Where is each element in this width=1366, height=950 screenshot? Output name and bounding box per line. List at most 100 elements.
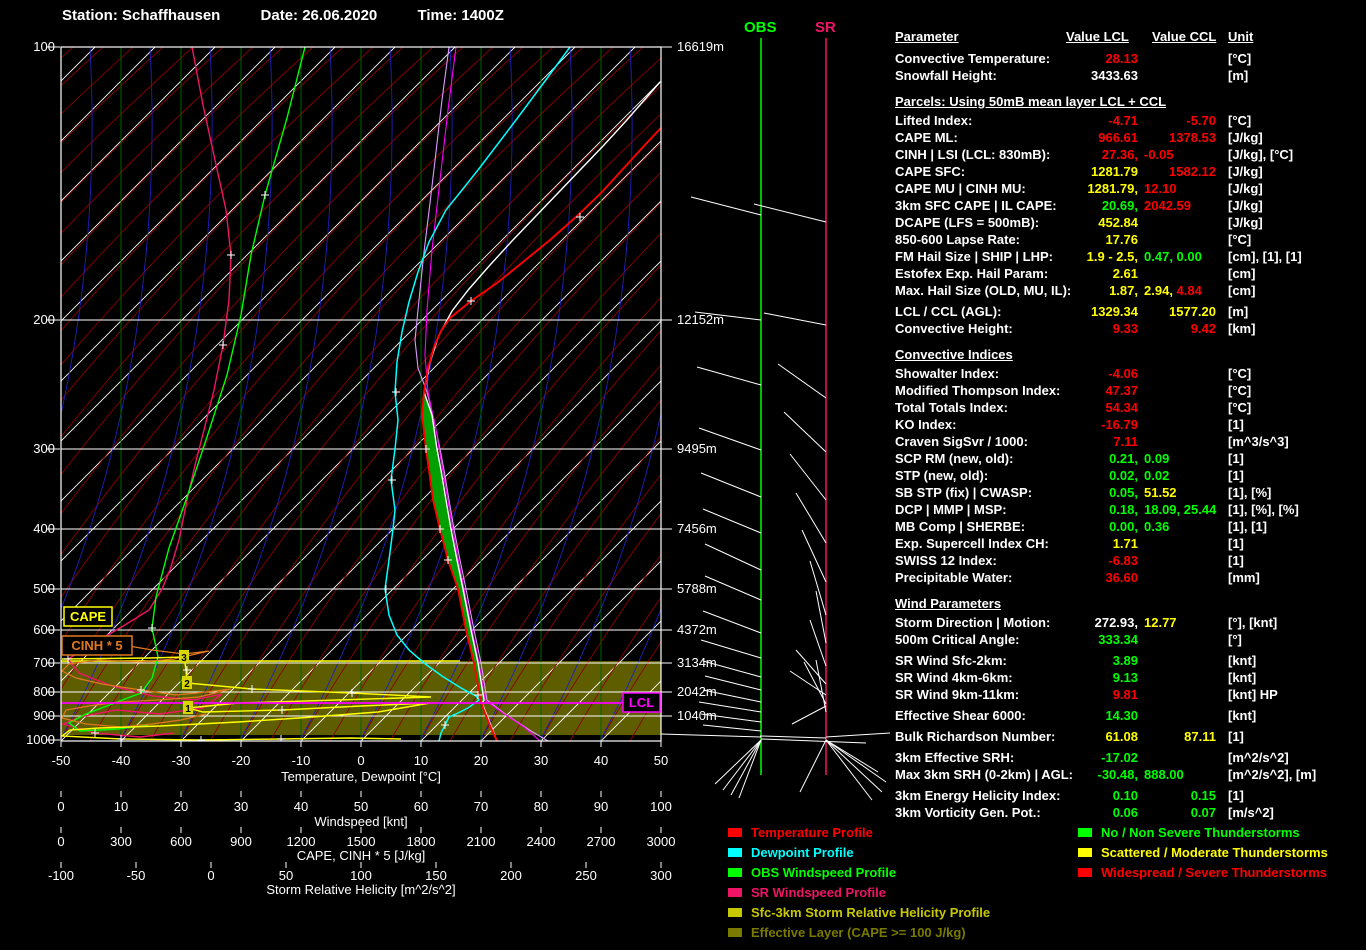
unit-cell: [m^3/s^3] [1228,434,1289,449]
sr-windspeed-profile [61,47,232,738]
value-lcl: 17.76 [895,231,1138,248]
table-section-title: Parcels: Using 50mB mean layer LCL + CCL [895,94,1167,109]
value-lcl: 452.84 [895,214,1138,231]
value-part: 27.36 [1101,147,1135,162]
value-lcl: 272.93, [895,614,1138,631]
unit-cell: [°C] [1228,232,1252,247]
legend-label: Dewpoint Profile [751,844,854,860]
value-separator: , [1134,283,1138,298]
table-row: Modified Thompson Index: 47.37 [°C] [895,382,1366,399]
table-row: 850-600 Lapse Rate: 17.76 [°C] [895,231,1366,248]
value-extra: 51.52 [1144,484,1177,501]
isotherm-gridline [600,680,661,741]
table-row: SCP RM (new, old): 0.21, 0.09 [1] [895,450,1366,467]
profile-point-marker [261,191,269,199]
value-part: 28.13 [1105,51,1138,66]
value-separator: , [1134,485,1138,500]
unit-cell: [°], [knt] [1228,615,1278,630]
unit-cell: [°] [1228,632,1242,647]
value-part: -17.02 [1101,750,1138,765]
axis-tick-label: 40 [294,799,308,814]
legend-swatch [1078,867,1092,877]
axis-tick-label: 50 [654,753,668,768]
axis-tick-label: 200 [500,868,522,883]
legend-swatch [728,927,742,937]
legend-swatch [1078,847,1092,857]
table-section: Parcels: Using 50mB mean layer LCL + CCL… [895,93,1366,337]
dry-adiabat-line [449,436,661,741]
table-section: Convective Indices Showalter Index: -4.06[… [895,346,1366,586]
profile-legend-item: Temperature Profile [728,822,990,842]
unit-cell: [°C] [1228,366,1252,381]
value-part: 0.02 [1144,468,1170,483]
table-row: SB STP (fix) | CWASP: 0.05, 51.52 [1], [%] [895,484,1366,501]
value-part: 0.00 [1176,249,1202,264]
legend-label: Temperature Profile [751,824,873,840]
table-header-row: Parameter Value LCL Value CCL Unit [895,28,1366,45]
value-part: 0.00 [1109,519,1135,534]
srh-axis: -100 -50 0 50 100 150 200 250 300 Storm Relative … [48,862,672,897]
sr-wind-barb [809,560,827,616]
isotherm-gridline [540,620,661,741]
axis-tick-label: 30 [234,799,248,814]
unit-cell: [knt] [1228,653,1257,668]
axis-title: Temperature, Dewpoint [°C] [281,769,441,784]
value-lcl: 3.89 [895,652,1138,669]
value-part: 1.71 [1112,536,1138,551]
value-part: -0.05 [1144,147,1174,162]
sr-wind-barb [759,735,827,739]
unit-cell: [1] [1228,553,1244,568]
axis-tick-label: 1200 [287,834,316,849]
srh-km-marker-label: 1 [185,704,191,715]
altitude-tick-label: 3134m [677,655,717,670]
value-lcl: 1.87, [895,282,1138,299]
sr-wind-barb [789,453,827,501]
table-row: Precipitable Water: 36.60 [mm] [895,569,1366,586]
value-part: 452.84 [1098,215,1138,230]
value-part: 36.60 [1105,570,1138,585]
table-row: 3km Vorticity Gen. Pot.: 0.06 0.07 [m/s^2] [895,804,1366,821]
value-part: 1.9 - 2.5 [1086,249,1135,264]
unit-cell: [knt] HP [1228,687,1278,702]
value-part: 17.76 [1105,232,1138,247]
value-extra: 0.36 [1144,518,1169,535]
value-part: 20.69 [1101,198,1135,213]
value-part: 7.11 [1113,434,1138,449]
table-row: Bulk Richardson Number: 61.08 87.11 [1] [895,728,1366,745]
axis-tick-label: 600 [170,834,192,849]
profile-point-marker [382,585,390,593]
unit-cell: [knt] [1228,670,1257,685]
profile-legend-item: Sfc-3km Storm Relative Helicity Profile [728,902,990,922]
altitude-tick-label: 9495m [677,441,717,456]
table-row: SWISS 12 Index: -6.83 [1] [895,552,1366,569]
obs-wind-barb [738,739,762,799]
value-part: 1378.53 [1169,130,1216,145]
legend-swatch [1078,827,1092,837]
legend-swatch [728,887,742,897]
value-extra: 12.10 [1144,180,1177,197]
legend-label: Effective Layer (CAPE >= 100 J/kg) [751,924,966,940]
pressure-tick-label: 400 [33,521,55,536]
unit-cell: [1], [%], [%] [1228,502,1299,517]
value-part: 12.10 [1144,181,1177,196]
unit-cell: [1] [1228,451,1244,466]
value-part: 1577.20 [1169,304,1216,319]
legend-label: SR Windspeed Profile [751,884,886,900]
value-separator: , [1134,767,1138,782]
table-row: 3km Energy Helicity Index: 0.10 0.15 [1] [895,787,1366,804]
unit-cell: [km] [1228,321,1256,336]
axis-tick-label: 2400 [527,834,556,849]
value-part: 47.37 [1105,383,1138,398]
cape-area-fill [422,392,484,701]
table-row: LCL / CCL (AGL): 1329.34 1577.20 [m] [895,303,1366,320]
obs-wind-barb [722,739,762,791]
value-part: 4.84 [1176,283,1202,298]
unit-cell: [J/kg] [1228,164,1263,179]
value-lcl: -4.06 [895,365,1138,382]
axis-tick-label: 2100 [467,834,496,849]
value-separator: , [1134,198,1138,213]
obs-wind-barb [760,738,867,744]
table-row: Snowfall Height: 3433.63 [m] [895,67,1366,84]
axis-tick-label: 3000 [647,834,676,849]
value-part: 333.34 [1098,632,1138,647]
